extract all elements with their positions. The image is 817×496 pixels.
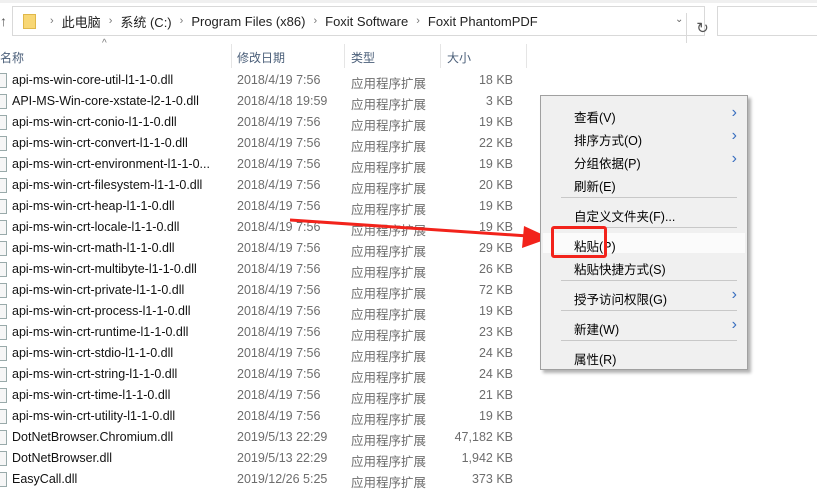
- menu-item-properties[interactable]: 属性(R): [541, 346, 747, 367]
- chevron-right-icon: ›: [731, 127, 737, 144]
- menu-separator: [561, 310, 737, 311]
- menu-separator: [561, 340, 737, 341]
- menu-item-sort[interactable]: 排序方式(O) ›: [541, 127, 747, 148]
- chevron-right-icon: ›: [731, 104, 737, 121]
- menu-item-customize-folder[interactable]: 自定义文件夹(F)...: [541, 203, 747, 224]
- menu-separator: [561, 197, 737, 198]
- chevron-right-icon: ›: [731, 286, 737, 303]
- annotation-highlight-box: [551, 226, 607, 258]
- menu-item-new[interactable]: 新建(W) ›: [541, 316, 747, 337]
- chevron-right-icon: ›: [731, 316, 737, 333]
- menu-item-grant-access[interactable]: 授予访问权限(G) ›: [541, 286, 747, 307]
- menu-item-group[interactable]: 分组依据(P) ›: [541, 150, 747, 171]
- menu-item-refresh[interactable]: 刷新(E): [541, 173, 747, 194]
- menu-separator: [561, 280, 737, 281]
- menu-item-view[interactable]: 查看(V) ›: [541, 104, 747, 125]
- arrow-shaft: [289, 218, 529, 238]
- menu-item-paste-shortcut[interactable]: 粘贴快捷方式(S): [541, 256, 747, 277]
- chevron-right-icon: ›: [731, 150, 737, 167]
